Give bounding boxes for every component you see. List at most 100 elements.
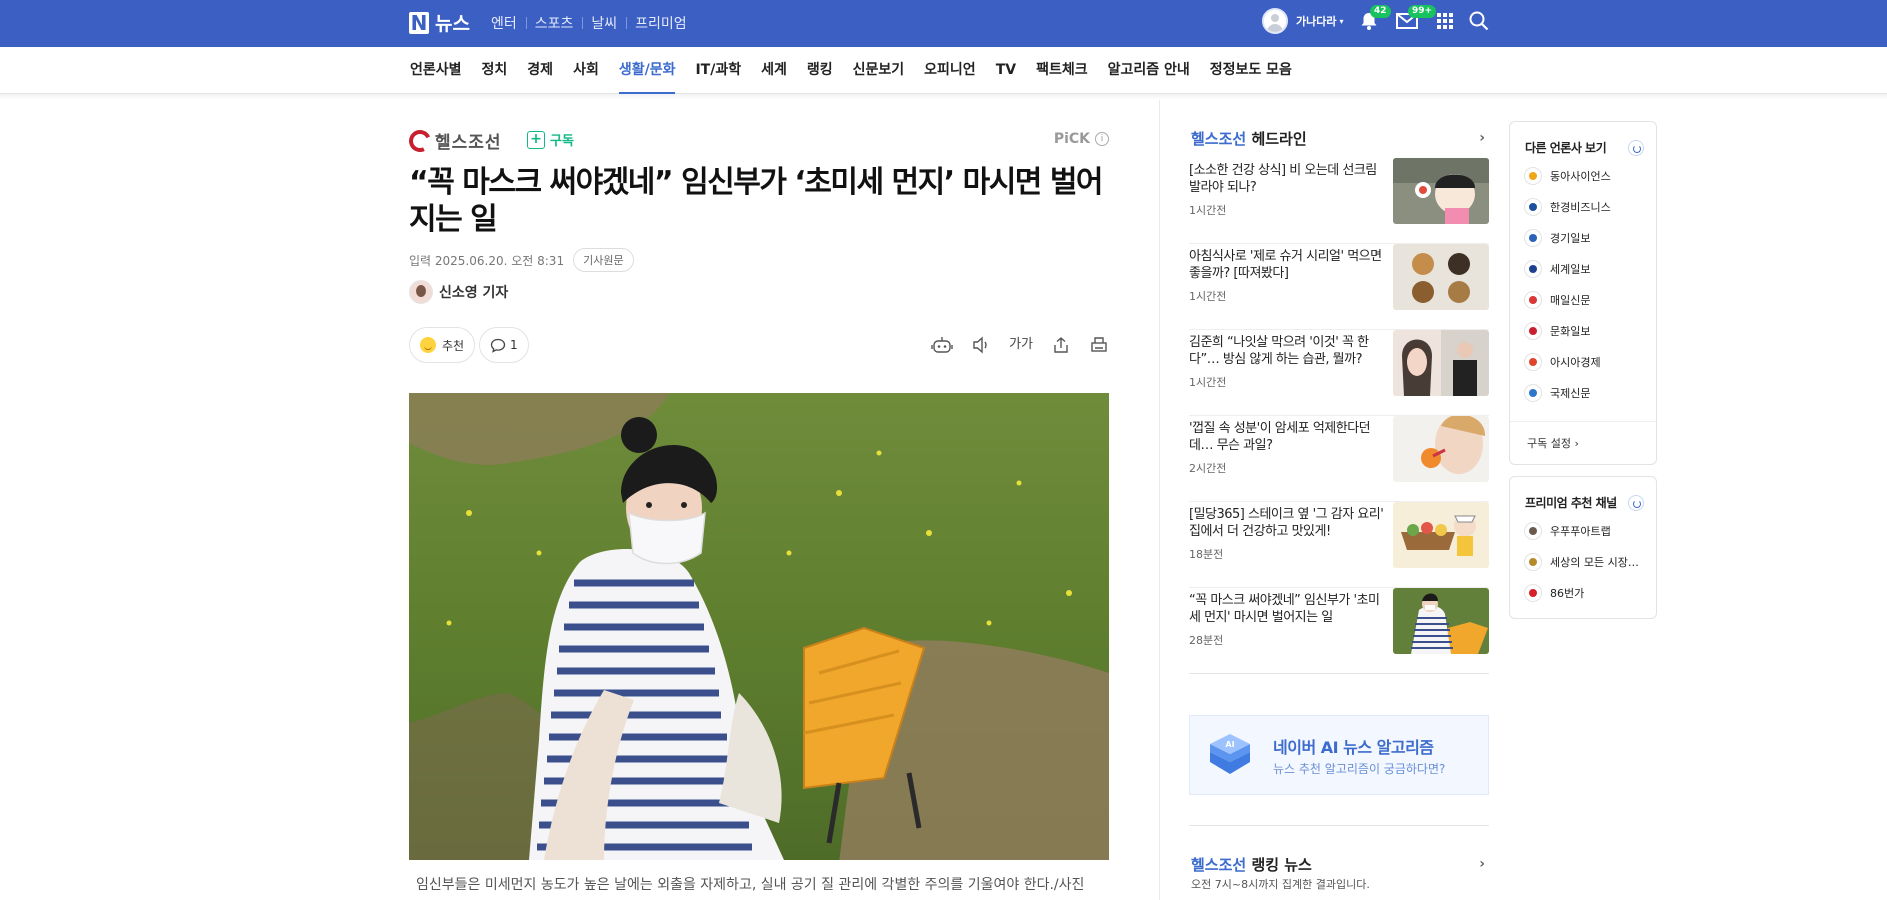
ai-banner-subtitle: 뉴스 추천 알고리즘이 궁금하다면? <box>1273 762 1446 776</box>
comment-button[interactable]: 1 <box>479 327 529 363</box>
notification-button[interactable]: 42 <box>1360 5 1391 35</box>
press-list-name: 우푸푸아트랩 <box>1550 525 1611 538</box>
press-list-item[interactable]: 아시아경제 <box>1524 353 1601 371</box>
press-list-name: 아시아경제 <box>1550 356 1601 369</box>
grid-icon <box>1437 13 1453 29</box>
ranking-subtitle: 오전 7시~8시까지 집계한 결과입니다. <box>1191 878 1370 891</box>
category-tab[interactable]: 정정보도 모음 <box>1210 47 1292 94</box>
reporter[interactable]: 신소영 기자 <box>409 280 508 304</box>
category-tab[interactable]: 팩트체크 <box>1036 47 1088 94</box>
press-list-item[interactable]: 세계일보 <box>1524 260 1590 278</box>
subscription-setting-link[interactable]: 구독 설정 › <box>1527 435 1579 451</box>
premium-channel-title: 프리미엄 추천 채널 <box>1525 496 1617 510</box>
press-logo[interactable]: 헬스조선 <box>405 126 502 155</box>
headline-item-title: [밀당365] 스테이크 옆 '그 감자 요리' 집에서 더 건강하고 맛있게! <box>1189 507 1384 539</box>
headline-item[interactable]: [소소한 건강 상식] 비 오는데 선크림 발라야 되나? 1시간전 <box>1189 158 1489 244</box>
article-headline: “꼭 마스크 써야겠네” 임신부가 ‘초미세 먼지’ 마시면 벌어지는 일 <box>409 165 1104 237</box>
press-list-item[interactable]: 세상의 모든 시장… <box>1524 553 1639 571</box>
headline-section-title[interactable]: 헬스조선 헤드라인 › <box>1191 128 1489 149</box>
chevron-down-icon: ▾ <box>1339 16 1344 26</box>
top-nav-entertain[interactable]: 엔터 <box>482 13 526 33</box>
category-tab[interactable]: 경제 <box>527 47 553 94</box>
category-tab[interactable]: 세계 <box>761 47 787 94</box>
category-tab[interactable]: 신문보기 <box>853 47 905 94</box>
column-divider <box>1159 100 1160 900</box>
tts-button[interactable] <box>971 335 991 359</box>
press-logo-icon <box>1524 260 1542 278</box>
print-button[interactable] <box>1089 335 1109 359</box>
press-list-item[interactable]: 한경비즈니스 <box>1524 198 1611 216</box>
font-size-button[interactable]: 가가 <box>1009 335 1033 359</box>
press-list-item[interactable]: 86번가 <box>1524 584 1584 602</box>
press-list-item[interactable]: 우푸푸아트랩 <box>1524 522 1611 540</box>
apps-button[interactable] <box>1437 13 1453 33</box>
category-tab[interactable]: 오피니언 <box>924 47 976 94</box>
subscribe-button[interactable]: + 구독 <box>527 130 574 149</box>
user-menu[interactable]: 가나다라 ▾ <box>1262 8 1344 34</box>
search-button[interactable] <box>1469 11 1489 35</box>
mail-badge: 99+ <box>1408 5 1437 18</box>
press-list-item[interactable]: 문화일보 <box>1524 322 1590 340</box>
press-list-name: 한경비즈니스 <box>1550 201 1611 214</box>
category-nav: 언론사별 정치 경제 사회 생활/문화 IT/과학 세계 랭킹 신문보기 오피니언 TV 팩트체크 알고… <box>0 47 1887 94</box>
comment-count: 1 <box>510 338 518 352</box>
ai-banner-title: 네이버 AI 뉴스 알고리즘 <box>1273 738 1434 757</box>
recommend-button[interactable]: 추천 <box>409 327 476 363</box>
speaker-icon <box>973 336 987 354</box>
press-list-item[interactable]: 동아사이언스 <box>1524 167 1611 185</box>
press-list-item[interactable]: 경기일보 <box>1524 229 1590 247</box>
photo-caption: 임신부들은 미세먼지 농도가 높은 날에는 외출을 자제하고, 실내 공기 질 … <box>416 877 1085 893</box>
press-list-name: 동아사이언스 <box>1550 170 1611 183</box>
category-tab[interactable]: 사회 <box>573 47 599 94</box>
article-date: 입력 2025.06.20. 오전 8:31 <box>409 253 565 268</box>
category-tab[interactable]: 랭킹 <box>807 47 833 94</box>
category-tab[interactable]: 알고리즘 안내 <box>1108 47 1190 94</box>
top-nav-sports[interactable]: 스포츠 <box>525 13 583 33</box>
category-tab[interactable]: 언론사별 <box>410 47 462 94</box>
refresh-icon[interactable] <box>1628 140 1644 156</box>
summary-bot-button[interactable] <box>931 335 953 359</box>
category-tab[interactable]: IT/과학 <box>695 47 741 94</box>
mail-button[interactable]: 99+ <box>1396 5 1437 33</box>
headline-thumbnail <box>1393 502 1489 568</box>
share-icon <box>1054 337 1068 353</box>
headline-item[interactable]: '껍질 속 성분'이 암세포 억제한다던데… 무슨 과일? 2시간전 <box>1189 416 1489 502</box>
press-logo-icon <box>1524 553 1542 571</box>
ai-cube-label: AI <box>1225 740 1234 749</box>
article-tools: 가가 <box>913 335 1109 359</box>
headline-item[interactable]: “꼭 마스크 써야겠네” 임신부가 '초미세 먼지' 마시면 벌어지는 일 28… <box>1189 588 1489 674</box>
reaction-row: 추천 1 가가 <box>409 327 1109 363</box>
headline-item-title: [소소한 건강 상식] 비 오는데 선크림 발라야 되나? <box>1189 163 1377 195</box>
headline-item-title: '껍질 속 성분'이 암세포 억제한다던데… 무슨 과일? <box>1189 421 1371 453</box>
press-list-item[interactable]: 매일신문 <box>1524 291 1590 309</box>
press-list-item[interactable]: 국제신문 <box>1524 384 1590 402</box>
ranking-section-title[interactable]: 헬스조선 랭킹 뉴스 › <box>1191 854 1489 875</box>
comment-icon <box>490 338 506 353</box>
user-avatar <box>1262 8 1288 34</box>
naver-news-logo[interactable]: N 뉴스 <box>409 9 470 36</box>
original-article-button[interactable]: 기사원문 <box>573 248 634 272</box>
print-icon <box>1091 337 1107 352</box>
category-tab[interactable]: 생활/문화 <box>618 47 675 94</box>
headline-thumbnail <box>1393 158 1489 224</box>
share-button[interactable] <box>1051 335 1071 359</box>
headline-thumbnail <box>1393 588 1489 654</box>
top-nav-weather[interactable]: 날씨 <box>582 13 626 33</box>
press-list-name: 문화일보 <box>1550 325 1591 338</box>
other-press-panel: 다른 언론사 보기 동아사이언스 한경비즈니스 경기일보 세계일보 매일신문 문화일보 아시… <box>1509 121 1657 465</box>
category-tab[interactable]: TV <box>996 47 1016 94</box>
headline-item[interactable]: 아침식사로 '제로 슈거 시리얼' 먹으면 좋을까? [따져봤다] 1시간전 <box>1189 244 1489 330</box>
headline-item-time: 1시간전 <box>1189 204 1227 217</box>
category-tab[interactable]: 정치 <box>482 47 508 94</box>
headline-item[interactable]: [밀당365] 스테이크 옆 '그 감자 요리' 집에서 더 건강하고 맛있게!… <box>1189 502 1489 588</box>
press-logo-icon <box>1524 384 1542 402</box>
nav-shadow <box>0 94 1887 100</box>
robot-icon <box>931 337 953 353</box>
refresh-icon[interactable] <box>1628 495 1644 511</box>
info-icon[interactable]: i <box>1095 132 1109 146</box>
ai-news-banner[interactable]: AI 네이버 AI 뉴스 알고리즘 뉴스 추천 알고리즘이 궁금하다면? <box>1189 715 1489 795</box>
top-nav-premium[interactable]: 프리미엄 <box>626 13 696 33</box>
headline-thumbnail <box>1393 416 1489 482</box>
headline-item[interactable]: 김준희 “나잇살 막으려 '이것' 꼭 한다”… 방심 않게 하는 습관, 뭘까… <box>1189 330 1489 416</box>
press-logo-icon <box>1524 353 1542 371</box>
